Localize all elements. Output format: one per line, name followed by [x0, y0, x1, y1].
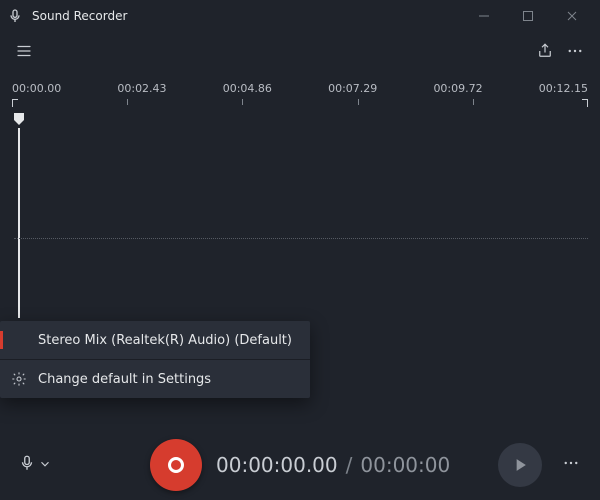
controls-more-icon[interactable] [556, 448, 586, 482]
timeline-ruler[interactable]: 00:00.00 00:02.43 00:04.86 00:07.29 00:0… [0, 82, 600, 114]
change-default-link[interactable]: Change default in Settings [0, 360, 310, 398]
time-readout: 00:00:00.00 / 00:00:00 [216, 453, 450, 477]
ruler-label: 00:02.43 [117, 82, 166, 95]
maximize-button[interactable] [506, 0, 550, 32]
controls-bar: 00:00:00.00 / 00:00:00 [0, 430, 600, 500]
playhead[interactable] [13, 112, 25, 126]
spacer [10, 331, 28, 349]
titlebar: Sound Recorder [0, 0, 600, 32]
current-time: 00:00:00.00 [216, 453, 338, 477]
play-button[interactable] [498, 443, 542, 487]
share-icon[interactable] [530, 36, 560, 66]
minimize-button[interactable] [462, 0, 506, 32]
app-icon [6, 7, 24, 25]
playhead-row [0, 112, 600, 126]
chevron-down-icon [38, 456, 52, 475]
record-button[interactable] [150, 439, 202, 491]
selected-indicator [0, 331, 3, 349]
ruler-label: 00:09.72 [433, 82, 482, 95]
total-time: 00:00:00 [360, 453, 450, 477]
toolbar [0, 32, 600, 70]
mic-select[interactable] [14, 448, 56, 482]
waveform-area[interactable] [0, 128, 600, 318]
mic-icon [18, 454, 36, 476]
input-device-label: Stereo Mix (Realtek(R) Audio) (Default) [38, 333, 292, 348]
time-separator: / [346, 453, 353, 477]
ruler-ticks [12, 99, 588, 111]
record-icon [168, 457, 184, 473]
input-device-option[interactable]: Stereo Mix (Realtek(R) Audio) (Default) [0, 321, 310, 359]
app-title: Sound Recorder [32, 9, 127, 23]
more-icon[interactable] [560, 36, 590, 66]
input-device-menu: Stereo Mix (Realtek(R) Audio) (Default) … [0, 321, 310, 398]
waveform-midline [14, 238, 588, 239]
hamburger-icon[interactable] [10, 37, 38, 65]
ruler-label: 00:04.86 [223, 82, 272, 95]
ruler-label: 00:07.29 [328, 82, 377, 95]
ruler-label: 00:12.15 [539, 82, 588, 95]
gear-icon [10, 370, 28, 388]
change-default-label: Change default in Settings [38, 372, 211, 387]
close-button[interactable] [550, 0, 594, 32]
playhead-line [18, 128, 20, 318]
ruler-label: 00:00.00 [12, 82, 61, 95]
